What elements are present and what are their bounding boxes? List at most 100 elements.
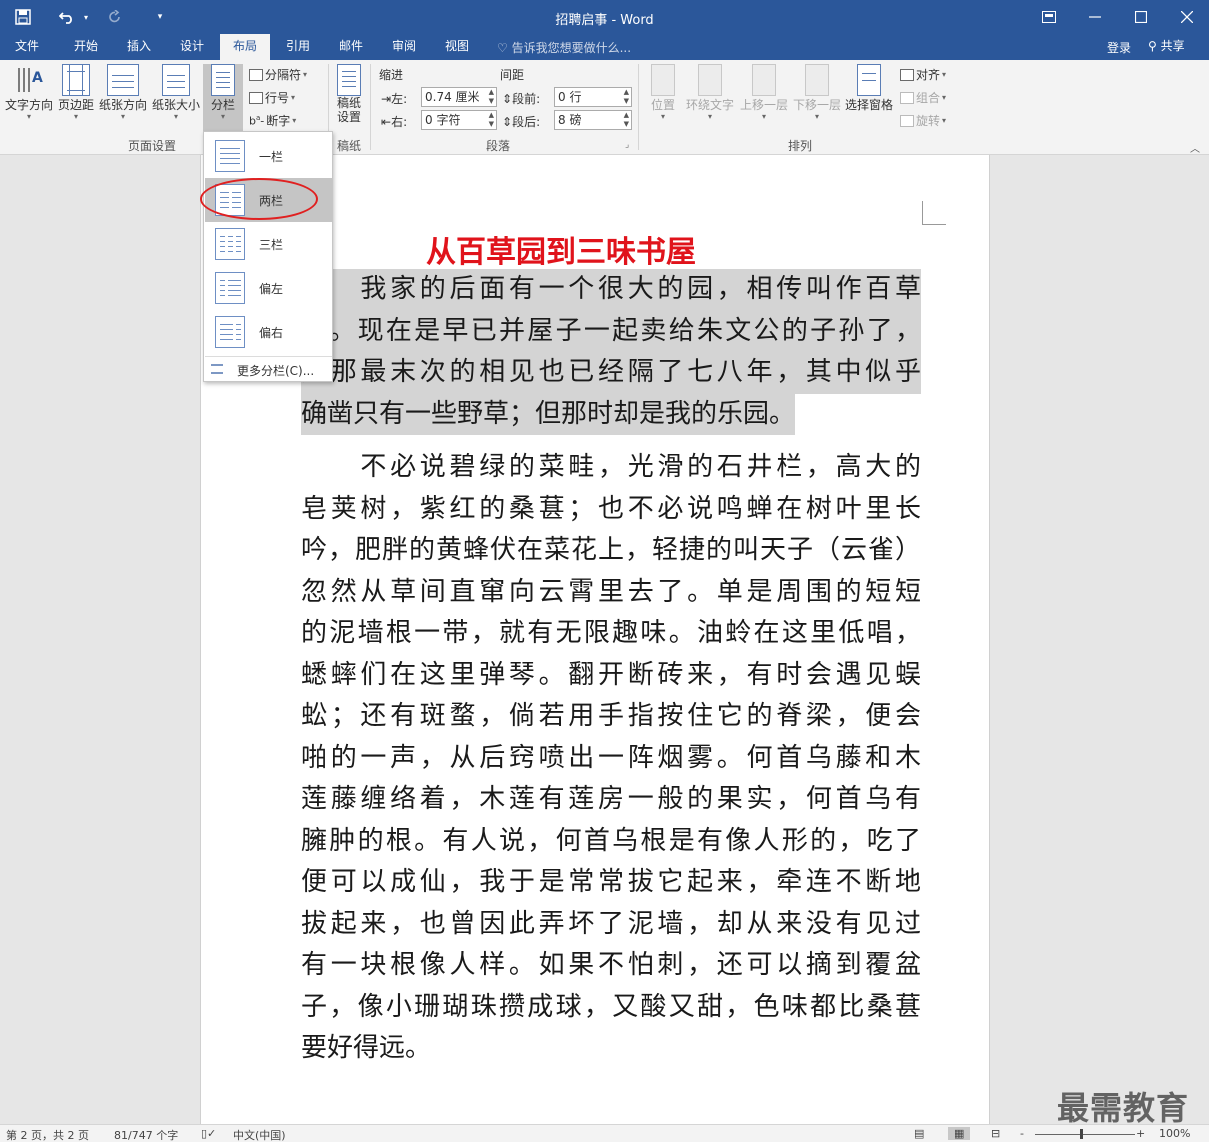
dropdown-caret-icon: ▾: [120, 112, 125, 121]
wrap-text-label: 环绕文字: [685, 98, 734, 112]
close-icon[interactable]: [1167, 4, 1207, 30]
read-mode-icon[interactable]: ▤: [914, 1127, 924, 1140]
menu-item-two-columns[interactable]: 两栏: [205, 178, 332, 222]
columns-button[interactable]: 分栏 ▾: [203, 64, 243, 121]
tab-review[interactable]: 审阅: [378, 34, 430, 60]
breaks-button[interactable]: 分隔符 ▾: [249, 66, 307, 83]
menu-item-one-column[interactable]: 一栏: [205, 134, 332, 178]
text-line[interactable]: 忽然从草间直窜向云霄里去了。单是周围的短短: [301, 572, 921, 614]
margins-button[interactable]: 页边距 ▾: [56, 64, 96, 121]
tab-view[interactable]: 视图: [431, 34, 483, 60]
tab-references[interactable]: 引用: [272, 34, 324, 60]
collapse-ribbon-icon[interactable]: ︿: [1190, 140, 1200, 155]
text-line[interactable]: 确凿只有一些野草；但那时却是我的乐园。: [301, 393, 796, 435]
zoom-out-button[interactable]: -: [1020, 1127, 1024, 1140]
text-line[interactable]: 子，像小珊瑚珠攒成球，又酸又甜，色味都比桑葚: [301, 987, 921, 1029]
proofing-icon[interactable]: ▯✓: [201, 1127, 216, 1140]
spacing-before-input[interactable]: 0 行 ▲ ▼: [554, 87, 632, 107]
align-button[interactable]: 对齐 ▾: [900, 66, 946, 83]
send-backward-button[interactable]: 下移一层 ▾: [791, 64, 843, 121]
indent-right-input[interactable]: 0 字符 ▲ ▼: [421, 110, 497, 130]
selection-pane-button[interactable]: 选择窗格: [843, 64, 895, 113]
text-line[interactable]: 有一块根像人样。如果不怕刺，还可以摘到覆盆: [301, 945, 921, 987]
paragraph[interactable]: 不必说碧绿的菜畦，光滑的石井栏，高大的 皂荚树，紫红的桑葚；也不必说鸣蝉在树叶里长…: [301, 447, 921, 1070]
share-button[interactable]: ⚲ 共享: [1148, 37, 1185, 54]
line-numbers-button[interactable]: 行号 ▾: [249, 89, 295, 106]
tab-design[interactable]: 设计: [166, 34, 218, 60]
dropdown-caret-icon: ▾: [707, 112, 712, 121]
margins-label: 页边距: [57, 98, 94, 112]
text-direction-button[interactable]: A 文字方向 ▾: [2, 64, 56, 121]
page-count[interactable]: 第 2 页，共 2 页: [6, 1127, 89, 1142]
text-line[interactable]: 我家的后面有一个很大的园，相传叫作百草: [301, 269, 921, 311]
spacing-after-input[interactable]: 8 磅 ▲ ▼: [554, 110, 632, 130]
menu-item-right[interactable]: 偏右: [205, 310, 332, 354]
rotate-icon: [900, 114, 914, 127]
document-title[interactable]: 从百草园到三味书屋: [301, 227, 821, 271]
indent-left-input[interactable]: 0.74 厘米 ▲ ▼: [421, 87, 497, 107]
minimize-icon[interactable]: [1075, 4, 1115, 30]
text-line[interactable]: 蟋蟀们在这里弹琴。翻开断砖来，有时会遇见蜈: [301, 655, 921, 697]
indent-right-label: ⇤右:: [381, 115, 408, 129]
indent-left-value: 0.74 厘米: [425, 90, 480, 104]
tab-home[interactable]: 开始: [60, 34, 112, 60]
spacing-after-value: 8 磅: [558, 113, 582, 127]
menu-item-label: 更多分栏(C)...: [237, 364, 315, 378]
tab-insert[interactable]: 插入: [113, 34, 165, 60]
language[interactable]: 中文(中国): [233, 1127, 286, 1142]
breaks-label: 分隔符: [265, 68, 302, 82]
text-line[interactable]: 蚣；还有斑蝥，倘若用手指按住它的脊梁，便会: [301, 696, 921, 738]
zoom-slider-track[interactable]: [1035, 1134, 1135, 1135]
tab-file[interactable]: 文件: [0, 34, 54, 60]
text-line[interactable]: 莲藤缠络着，木莲有莲房一般的果实，何首乌有: [301, 779, 921, 821]
print-layout-icon[interactable]: ▦: [948, 1127, 971, 1140]
dropdown-caret-icon: ▾: [292, 115, 297, 125]
size-button[interactable]: 纸张大小 ▾: [150, 64, 202, 121]
manuscript-group-label: 稿纸: [336, 139, 361, 153]
text-line[interactable]: 便可以成仙，我于是常常拔它起来，牵连不断地: [301, 862, 921, 904]
spinner-arrows-icon[interactable]: ▲ ▼: [624, 88, 629, 106]
rotate-button[interactable]: 旋转 ▾: [900, 112, 946, 129]
tab-mailings[interactable]: 邮件: [325, 34, 377, 60]
menu-item-more-columns[interactable]: 更多分栏(C)...: [205, 356, 332, 380]
line-numbers-icon: [249, 91, 263, 104]
two-columns-icon: [215, 184, 245, 216]
menu-item-three-columns[interactable]: 三栏: [205, 222, 332, 266]
dropdown-caret-icon: ▾: [291, 92, 296, 102]
ribbon-layout-panel: A 文字方向 ▾ 页边距 ▾ 纸张方向 ▾ 纸张大小 ▾ 分栏 ▾ 分隔符 ▾ 行…: [0, 60, 1209, 155]
paragraph-selected[interactable]: 我家的后面有一个很大的园，相传叫作百草 园。现在是早已并屋子一起卖给朱文公的子孙了…: [301, 269, 921, 442]
wrap-text-button[interactable]: 环绕文字 ▾: [684, 64, 736, 121]
manuscript-settings-button[interactable]: 稿纸 设置: [332, 64, 366, 124]
manuscript-label-line1: 稿纸: [336, 96, 361, 110]
spinner-arrows-icon[interactable]: ▲ ▼: [489, 88, 494, 106]
text-line[interactable]: 园。现在是早已并屋子一起卖给朱文公的子孙了，: [301, 310, 921, 352]
text-line[interactable]: 要好得远。: [301, 1028, 921, 1070]
zoom-slider-thumb[interactable]: [1080, 1129, 1083, 1139]
text-line[interactable]: 连那最末次的相见也已经隔了七八年，其中似乎: [301, 352, 921, 394]
text-line[interactable]: 皂荚树，紫红的桑葚；也不必说鸣蝉在树叶里长: [301, 489, 921, 531]
ribbon-display-options-icon[interactable]: [1029, 4, 1069, 30]
text-line[interactable]: 臃肿的根。有人说，何首乌根是有像人形的，吃了: [301, 821, 921, 863]
orientation-button[interactable]: 纸张方向 ▾: [98, 64, 148, 121]
tab-layout[interactable]: 布局: [220, 34, 270, 60]
bring-forward-button[interactable]: 上移一层 ▾: [738, 64, 790, 121]
paragraph-dialog-launcher-icon[interactable]: ⌟: [625, 140, 629, 150]
word-count[interactable]: 81/747 个字: [114, 1127, 178, 1142]
maximize-icon[interactable]: [1121, 4, 1161, 30]
menu-item-left[interactable]: 偏左: [205, 266, 332, 310]
sign-in-link[interactable]: 登录: [1107, 39, 1131, 56]
spinner-arrows-icon[interactable]: ▲ ▼: [624, 111, 629, 129]
position-button[interactable]: 位置 ▾: [646, 64, 680, 121]
text-line[interactable]: 吟，肥胖的黄蜂伏在菜花上，轻捷的叫天子（云雀）: [301, 530, 921, 572]
text-line[interactable]: 不必说碧绿的菜畦，光滑的石井栏，高大的: [301, 447, 921, 489]
spinner-arrows-icon[interactable]: ▲ ▼: [489, 111, 494, 129]
group-icon: [900, 91, 914, 104]
hyphenation-button[interactable]: ba- 断字 ▾: [249, 112, 296, 129]
group-button[interactable]: 组合 ▾: [900, 89, 946, 106]
watermark: 最需教育: [1057, 1089, 1190, 1127]
tell-me-search[interactable]: ♡ 告诉我您想要做什么...: [497, 39, 631, 56]
web-layout-icon[interactable]: ⊟: [991, 1127, 1000, 1140]
text-line[interactable]: 的泥墙根一带，就有无限趣味。油蛉在这里低唱，: [301, 613, 921, 655]
text-line[interactable]: 拔起来，也曾因此弄坏了泥墙，却从来没有见过: [301, 904, 921, 946]
text-line[interactable]: 啪的一声，从后窍喷出一阵烟雾。何首乌藤和木: [301, 738, 921, 780]
